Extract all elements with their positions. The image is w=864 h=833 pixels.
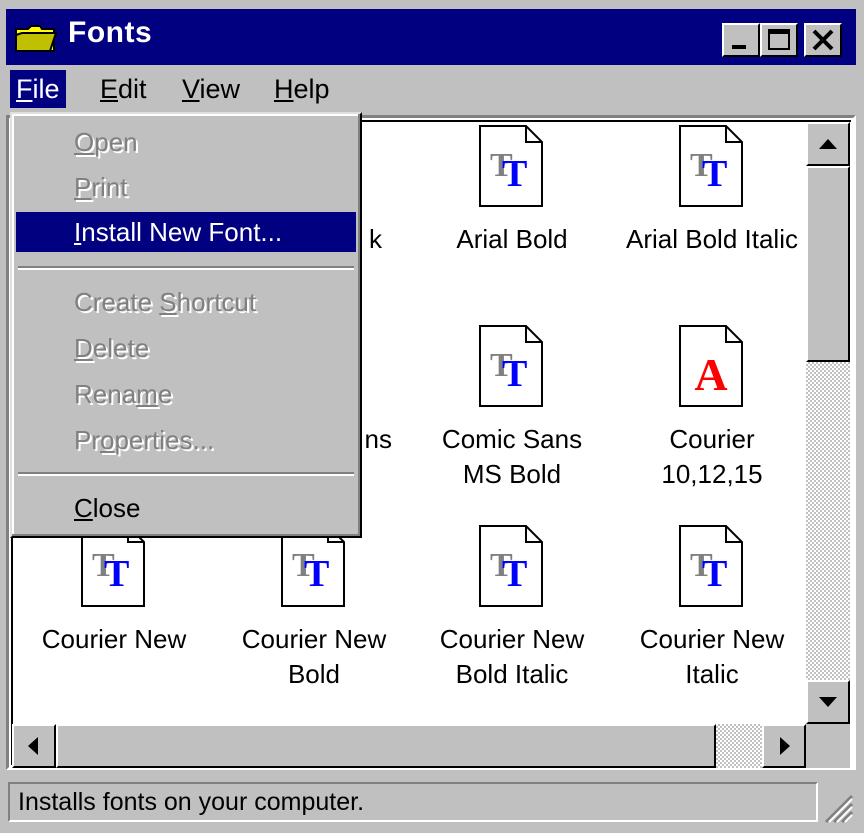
svg-text:T: T [702,153,727,195]
font-label[interactable]: Arial Bold Italic [612,222,812,257]
vertical-scroll-thumb[interactable] [806,166,850,362]
maximize-button[interactable] [760,23,798,57]
font-label[interactable]: Courier New Bold Italic [412,622,612,692]
close-icon [812,29,834,51]
menu-item-open[interactable]: Open [16,122,356,162]
minimize-icon [732,45,746,49]
minimize-button[interactable] [722,23,760,57]
truetype-font-icon[interactable]: T T [478,124,544,208]
scrollbar-corner [806,724,850,768]
resize-grip-icon[interactable] [818,788,854,824]
file-menu-dropdown: Open Print Install New Font... Create Sh… [10,112,362,538]
menu-separator [18,472,354,476]
scroll-up-button[interactable] [806,122,850,166]
scroll-right-button[interactable] [762,724,806,768]
close-button[interactable] [804,23,842,57]
font-label[interactable]: Courier New Italic [612,622,812,692]
svg-text:A: A [694,349,727,400]
arrow-up-icon [819,139,837,149]
arrow-down-icon [819,697,837,707]
arrow-right-icon [780,737,790,755]
svg-text:T: T [502,353,527,395]
fonts-window: Fonts File Edit View Help T T T T k Aria… [0,0,864,833]
truetype-font-icon[interactable]: T T [478,324,544,408]
window-title: Fonts [68,16,153,49]
menu-bar: File Edit View Help [6,66,856,112]
folder-icon [15,25,58,52]
arrow-left-icon [28,737,38,755]
truetype-font-icon[interactable]: T T [678,524,744,608]
menu-item-install-new-font[interactable]: Install New Font... [16,212,356,252]
raster-font-icon[interactable]: A [678,324,744,408]
truetype-font-icon[interactable]: T T [478,524,544,608]
menu-edit[interactable]: Edit [94,70,153,108]
menu-item-delete[interactable]: Delete [16,328,356,368]
scroll-left-button[interactable] [12,724,56,768]
menu-separator [18,266,354,270]
truetype-font-icon[interactable]: T T [678,124,744,208]
menu-help[interactable]: Help [268,70,336,108]
menu-item-rename[interactable]: Rename [16,374,356,414]
maximize-icon [768,29,790,50]
menu-item-close[interactable]: Close [16,488,356,528]
scroll-down-button[interactable] [806,680,850,724]
menu-item-properties[interactable]: Properties... [16,420,356,460]
status-bar: Installs fonts on your computer. [6,778,856,826]
status-text: Installs fonts on your computer. [8,782,818,822]
font-label[interactable]: Arial Bold [412,222,612,257]
font-label[interactable]: Courier New [14,622,214,657]
menu-item-print[interactable]: Print [16,167,356,207]
svg-text:T: T [702,553,727,595]
font-label[interactable]: Courier New Bold [214,622,414,692]
menu-file[interactable]: File [10,70,66,108]
svg-text:T: T [104,553,129,595]
svg-text:T: T [502,553,527,595]
font-label[interactable]: Courier 10,12,15 [612,422,812,492]
svg-text:T: T [502,153,527,195]
menu-view[interactable]: View [176,70,246,108]
font-label[interactable]: Comic Sans MS Bold [412,422,612,492]
svg-text:T: T [304,553,329,595]
horizontal-scroll-thumb[interactable] [56,724,716,768]
menu-item-create-shortcut[interactable]: Create Shortcut [16,282,356,322]
title-bar[interactable]: Fonts [6,9,856,65]
